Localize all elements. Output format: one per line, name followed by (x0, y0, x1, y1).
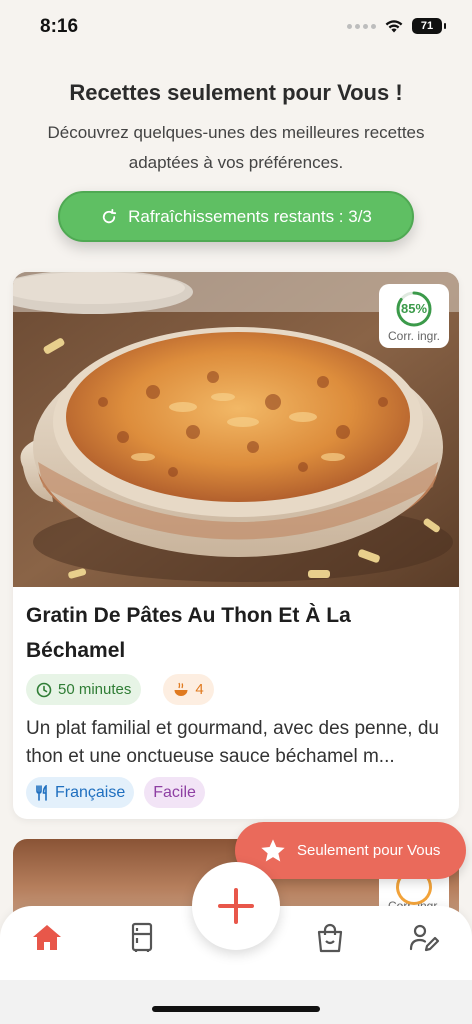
recipe-description: Un plat familial et gourmand, avec des p… (26, 718, 439, 767)
nav-profile[interactable] (406, 920, 442, 956)
cuisine-text: Française (55, 783, 126, 801)
shopping-bag-icon (317, 923, 343, 953)
refresh-button-label: Rafraîchissements restants : 3/3 (128, 206, 372, 226)
only-for-you-label: Seulement pour Vous (297, 842, 441, 859)
match-ring: 85% (395, 290, 433, 328)
fridge-icon (131, 922, 153, 952)
cellular-signal-icon (347, 23, 376, 29)
star-icon (261, 838, 285, 861)
difficulty-text: Facile (153, 783, 196, 801)
refresh-button[interactable]: Rafraîchissements restants : 3/3 (58, 191, 414, 242)
nav-fridge[interactable] (124, 920, 160, 956)
nav-shopping[interactable] (312, 920, 348, 956)
status-bar: 8:16 71 (0, 0, 472, 56)
home-indicator (152, 1006, 320, 1012)
difficulty-tag: Facile (144, 777, 205, 808)
duration-text: 50 minutes (58, 681, 132, 698)
only-for-you-button[interactable]: Seulement pour Vous (235, 822, 466, 879)
page-title: Recettes seulement pour Vous ! (69, 80, 403, 105)
recipe-tags: Française Facile (26, 777, 205, 808)
nav-home[interactable] (29, 920, 65, 956)
clock-icon (36, 682, 52, 697)
status-indicators: 71 (347, 18, 446, 34)
battery-icon: 71 (412, 18, 446, 34)
ingredient-match-badge: 85% Corr. ingr. (379, 284, 449, 348)
refresh-icon (102, 208, 117, 223)
duration-chip: 50 minutes (26, 674, 142, 705)
add-icon (218, 888, 254, 924)
wifi-icon (385, 20, 403, 33)
recipe-meta: 50 minutes 4 (26, 674, 214, 705)
bowl-icon (174, 682, 188, 696)
status-time: 8:16 (40, 16, 79, 37)
bottom-safe-area (0, 980, 472, 1024)
cuisine-tag: Française (26, 777, 135, 808)
match-label: Corr. ingr. (387, 328, 441, 343)
cutlery-icon (36, 784, 47, 801)
servings-text: 4 (195, 681, 204, 698)
add-recipe-button[interactable] (192, 862, 280, 950)
recipe-title: Gratin De Pâtes Au Thon Et À La Béchamel (26, 604, 351, 662)
servings-chip: 4 (163, 674, 214, 705)
page-subtitle: Découvrez quelques-unes des meilleures r… (47, 123, 425, 172)
match-percent: 85% (400, 301, 428, 316)
profile-edit-icon (409, 924, 440, 952)
home-icon (33, 925, 61, 950)
recipe-card[interactable]: 85% Corr. ingr. Gratin De Pâtes Au Thon … (13, 272, 459, 819)
